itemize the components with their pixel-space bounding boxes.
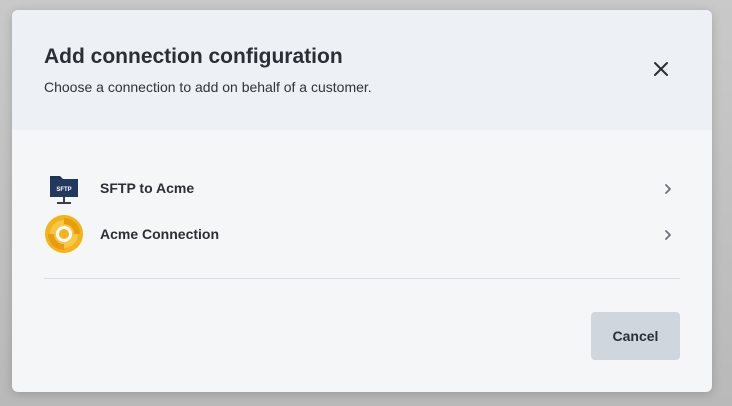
- sftp-icon-text: SFTP: [56, 187, 71, 193]
- connection-label: Acme Connection: [100, 226, 220, 242]
- chevron-right-icon: [662, 182, 674, 196]
- cancel-button[interactable]: Cancel: [591, 312, 680, 360]
- add-connection-dialog: Add connection configuration Choose a co…: [12, 10, 712, 392]
- acme-logo-icon: [44, 214, 84, 254]
- dialog-header: Add connection configuration Choose a co…: [12, 10, 712, 130]
- connection-item-acme-connection[interactable]: Acme Connection: [44, 214, 680, 256]
- connection-item-sftp-to-acme[interactable]: SFTP SFTP to Acme: [44, 168, 680, 210]
- sftp-folder-icon: SFTP: [44, 168, 84, 208]
- chevron-right-icon: [662, 228, 674, 242]
- close-button[interactable]: [648, 56, 674, 82]
- connection-label: SFTP to Acme: [100, 180, 195, 196]
- close-icon: [654, 62, 668, 76]
- dialog-title: Add connection configuration: [44, 45, 343, 68]
- divider: [44, 278, 680, 279]
- dialog-body: SFTP SFTP to Acme Acme Connection Cancel: [12, 130, 712, 392]
- dialog-subtitle: Choose a connection to add on behalf of …: [44, 79, 372, 95]
